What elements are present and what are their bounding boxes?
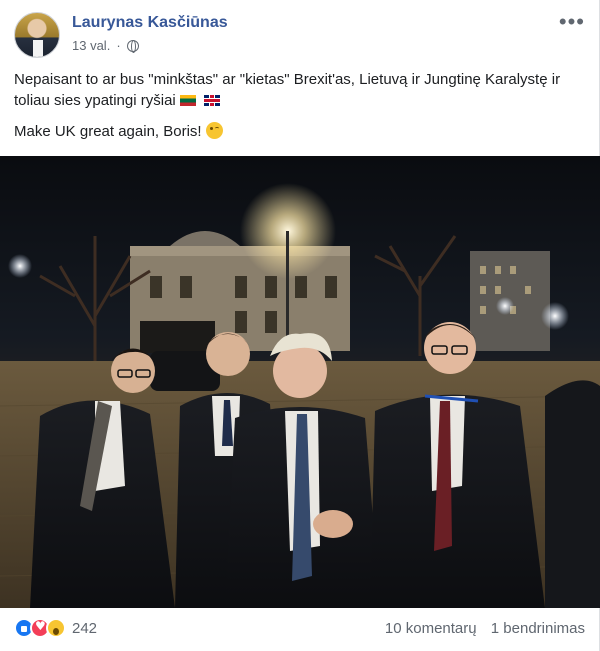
reaction-count[interactable]: 242 [72, 620, 97, 637]
globe-icon[interactable] [126, 39, 139, 53]
post-meta: 13 val. · [72, 38, 139, 53]
post-footer: 242 10 komentarų 1 bendrinimas [14, 612, 585, 646]
paragraph-1-text: Nepaisant to ar bus "minkštas" ar "kieta… [14, 71, 561, 109]
post-photo[interactable] [0, 156, 600, 608]
post-paragraph-2: Make UK great again, Boris! [14, 121, 586, 142]
more-options-icon[interactable]: ••• [559, 11, 585, 33]
post-header: Laurynas Kasčiūnas 13 val. · ••• [14, 11, 585, 62]
winking-face-icon [205, 122, 223, 139]
post-timestamp[interactable]: 13 val. [72, 38, 110, 53]
lithuania-flag-icon [179, 95, 196, 106]
reaction-summary[interactable]: 242 [14, 618, 97, 638]
person-5-partial [545, 380, 600, 608]
photo-illustration [0, 183, 600, 608]
author-name[interactable]: Laurynas Kasčiūnas [72, 14, 228, 32]
building-dome [170, 231, 240, 246]
post-text: Nepaisant to ar bus "minkštas" ar "kieta… [14, 69, 586, 152]
uk-flag-icon [203, 95, 220, 106]
shares-count[interactable]: 1 bendrinimas [491, 620, 585, 637]
engagement-stats: 10 komentarų 1 bendrinimas [375, 620, 585, 637]
comments-count[interactable]: 10 komentarų [385, 620, 477, 637]
paragraph-2-text: Make UK great again, Boris! [14, 123, 202, 140]
avatar-shirt [33, 40, 43, 57]
author-avatar[interactable] [14, 12, 60, 58]
post-paragraph-1: Nepaisant to ar bus "minkštas" ar "kieta… [14, 69, 586, 111]
meta-separator: · [116, 38, 121, 53]
facebook-post: Laurynas Kasčiūnas 13 val. · ••• Nepaisa… [0, 0, 600, 651]
wow-icon [46, 618, 66, 638]
